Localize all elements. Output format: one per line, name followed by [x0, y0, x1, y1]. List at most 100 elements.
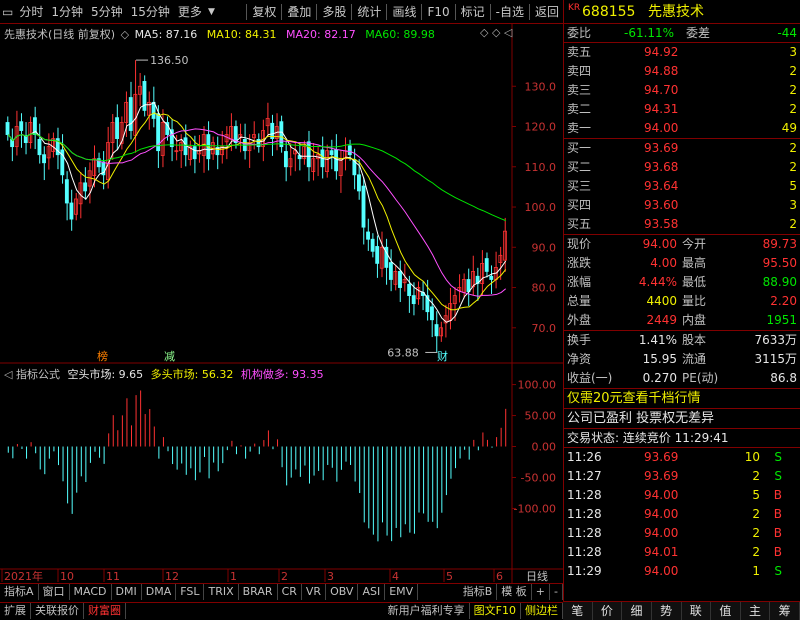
side-tab[interactable]: 细	[622, 602, 652, 620]
stat-value: 4.00	[650, 256, 677, 270]
fund-label: PE(动)	[682, 371, 719, 385]
sub-ytick-label: 50.00	[525, 410, 557, 423]
tick-price: 94.00	[644, 507, 679, 521]
period-tab[interactable]: 更多	[174, 1, 206, 23]
ext-right-tab[interactable]: 新用户福利专享	[384, 602, 470, 619]
stat-value: 1951	[766, 313, 797, 327]
indicator-b-tab[interactable]: 指标B	[459, 583, 498, 600]
candle-body	[356, 174, 361, 192]
indicator-tab[interactable]: TRIX	[204, 583, 239, 600]
fund-value: 3115万	[754, 352, 797, 366]
book-price[interactable]: 93.60	[644, 196, 678, 215]
indicator-tab[interactable]: MACD	[70, 583, 112, 600]
separator	[386, 3, 388, 20]
book-label: 卖二	[567, 102, 592, 116]
promo-row[interactable]: 仅需20元查看千档行情	[564, 389, 800, 409]
chart-area[interactable]: 70.0 80.0 90.0 100.0 110.0 120.0 130.0 136.50 63…	[0, 24, 563, 596]
function-tab[interactable]: 画线	[388, 1, 420, 23]
indicator-tab[interactable]: ASI	[358, 583, 386, 600]
window-icon[interactable]: ▭	[0, 1, 15, 23]
xtick-label: 11	[106, 570, 120, 583]
event-tag-bang[interactable]: 榜	[97, 349, 108, 363]
indicator-b-tab[interactable]: 模 板	[497, 583, 532, 600]
promo-link[interactable]: 仅需20元查看千档行情	[567, 389, 701, 409]
side-tab[interactable]: 联	[682, 602, 712, 620]
period-tab[interactable]: 5分钟	[87, 1, 127, 23]
function-tab[interactable]: 复权	[248, 1, 280, 23]
function-tab[interactable]: 统计	[353, 1, 385, 23]
book-price[interactable]: 94.00	[644, 119, 678, 138]
indicator-tab[interactable]: 指标A	[0, 583, 39, 600]
book-label: 买四	[567, 198, 592, 212]
stat-label: 外盘	[567, 313, 592, 327]
side-tab[interactable]: 主	[741, 602, 771, 620]
ext-tab[interactable]: 关联报价	[31, 602, 84, 619]
side-tab[interactable]: 值	[711, 602, 741, 620]
chart-settings-icon[interactable]: ◇ ◇ ◁	[480, 26, 512, 39]
indicator-tab[interactable]: BRAR	[239, 583, 278, 600]
main-legend: 先惠技术(日线 前复权) ◇ MA5: 87.16 MA10: 84.31 MA…	[4, 26, 435, 42]
function-tab[interactable]: 叠加	[283, 1, 315, 23]
indicator-tab[interactable]: CR	[278, 583, 302, 600]
period-tab[interactable]: 分时	[15, 1, 47, 23]
more-arrow-icon[interactable]: ▼	[206, 1, 217, 23]
period-tab[interactable]: 1分钟	[47, 1, 87, 23]
high-label: 136.50	[150, 54, 189, 67]
book-price[interactable]: 93.69	[644, 139, 678, 158]
tick-time: 11:27	[567, 469, 602, 483]
function-tab[interactable]: F10	[423, 1, 453, 23]
ext-right-tab[interactable]: 图文F10	[470, 602, 521, 619]
tick-time: 11:29	[567, 564, 602, 578]
event-tag-cai[interactable]: 财	[437, 349, 448, 363]
candle-body	[430, 306, 434, 321]
book-price[interactable]: 94.92	[644, 43, 678, 62]
book-label: 卖四	[567, 64, 592, 78]
book-price[interactable]: 93.64	[644, 177, 678, 196]
fund-label: 净资	[567, 352, 592, 366]
tick-volume: 2	[752, 469, 760, 483]
indicator-tab[interactable]: FSL	[176, 583, 205, 600]
function-tab[interactable]: 返回	[531, 1, 563, 23]
indicator-tab[interactable]: DMI	[112, 583, 142, 600]
book-price[interactable]: 94.70	[644, 81, 678, 100]
collapse-icon[interactable]: ◁	[4, 368, 12, 381]
book-volume: 49	[781, 121, 797, 135]
indicator-b-tab[interactable]: +	[532, 583, 551, 600]
indicator-tab[interactable]: EMV	[385, 583, 419, 600]
chart-canvas[interactable]: 70.080.090.0100.0110.0120.0130.0136.5063…	[0, 24, 563, 596]
candle-body	[83, 182, 88, 192]
book-price[interactable]: 94.31	[644, 100, 678, 119]
separator	[489, 3, 491, 20]
book-label: 买三	[567, 179, 592, 193]
separator	[281, 3, 283, 20]
event-tag-jian[interactable]: 减	[164, 350, 175, 363]
ytick-label: 70.0	[532, 322, 557, 335]
book-volume: 5	[789, 179, 797, 193]
side-tab[interactable]: 价	[593, 602, 623, 620]
side-tab[interactable]: 筹	[770, 602, 800, 620]
function-tab[interactable]: 标记	[457, 1, 489, 23]
indicator-tab[interactable]: DMA	[142, 583, 177, 600]
indicator-b-tab[interactable]: -	[550, 583, 563, 600]
side-tab[interactable]: 势	[652, 602, 682, 620]
book-label: 买五	[567, 217, 592, 231]
weibi-value: -61.11%	[624, 26, 675, 40]
indicator-tab[interactable]: OBV	[326, 583, 359, 600]
book-price[interactable]: 93.58	[644, 215, 678, 234]
stat-value: 94.00	[642, 237, 677, 251]
book-price[interactable]: 94.88	[644, 62, 678, 81]
candle-body	[151, 101, 156, 119]
indicator-tab[interactable]: 窗口	[39, 583, 70, 600]
side-tab[interactable]: 笔	[563, 602, 593, 620]
indicator-tab[interactable]: VR	[302, 583, 327, 600]
function-tab[interactable]: -自选	[492, 1, 528, 23]
ext-tab[interactable]: 财富圈	[84, 602, 126, 619]
book-volume: 3	[789, 45, 797, 59]
function-tab[interactable]: 多股	[318, 1, 350, 23]
ext-right-tab[interactable]: 侧边栏	[521, 602, 563, 619]
ma20-legend: MA20: 82.17	[286, 28, 356, 41]
period-tab[interactable]: 15分钟	[127, 1, 174, 23]
book-price[interactable]: 93.68	[644, 158, 678, 177]
stat-value: 4400	[646, 294, 677, 308]
ext-tab[interactable]: 扩展	[0, 602, 31, 619]
